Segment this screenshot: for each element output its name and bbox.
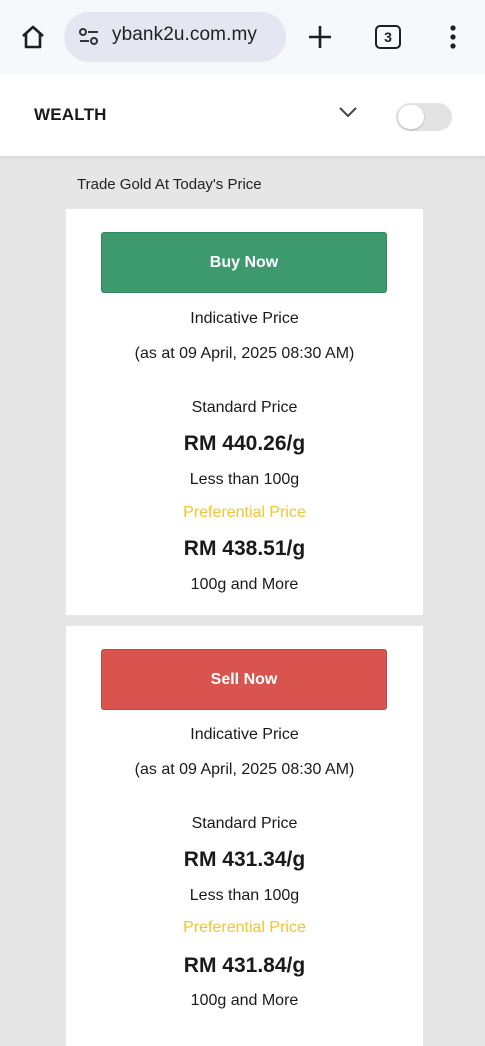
browser-toolbar: ybank2u.com.my 3 [0, 0, 485, 74]
buy-card: Buy Now Indicative Price (as at 09 April… [66, 209, 423, 615]
url-text[interactable]: ybank2u.com.my [112, 24, 257, 46]
app-header: WEALTH [0, 74, 485, 156]
tab-switcher-button[interactable]: 3 [375, 25, 401, 49]
indicative-price-label: Indicative Price [190, 726, 299, 743]
standard-price-label: Standard Price [191, 815, 298, 832]
preferential-price-label: Preferential Price [183, 504, 306, 521]
indicative-price-label: Indicative Price [190, 310, 299, 327]
standard-price-label: Standard Price [191, 399, 298, 416]
toggle-knob [398, 105, 424, 129]
sell-card: Sell Now Indicative Price (as at 09 Apri… [66, 626, 423, 1046]
chevron-down-icon[interactable] [337, 104, 359, 120]
preferential-price-label: Preferential Price [183, 919, 306, 936]
home-icon[interactable] [18, 22, 48, 52]
standard-price-value: RM 431.34/g [183, 848, 306, 871]
site-settings-icon[interactable] [78, 27, 100, 47]
preferential-price-value: RM 431.84/g [183, 954, 306, 977]
sell-now-button[interactable]: Sell Now [101, 649, 387, 710]
section-title: Trade Gold At Today's Price [77, 176, 262, 193]
preferential-price-value: RM 438.51/g [183, 537, 306, 560]
header-toggle[interactable] [396, 103, 452, 131]
buy-now-button[interactable]: Buy Now [101, 232, 387, 293]
preferential-quantity-note: 100g and More [190, 992, 299, 1009]
preferential-quantity-note: 100g and More [190, 576, 299, 593]
price-timestamp: (as at 09 April, 2025 08:30 AM) [134, 345, 355, 362]
standard-price-value: RM 440.26/g [183, 432, 306, 455]
more-menu-icon[interactable] [446, 22, 460, 52]
page-title: WEALTH [34, 105, 107, 124]
new-tab-icon[interactable] [304, 21, 336, 53]
standard-quantity-note: Less than 100g [189, 471, 300, 488]
address-bar[interactable]: ybank2u.com.my [64, 12, 286, 62]
tab-count: 3 [384, 29, 392, 45]
standard-quantity-note: Less than 100g [189, 887, 300, 904]
price-timestamp: (as at 09 April, 2025 08:30 AM) [134, 761, 355, 778]
